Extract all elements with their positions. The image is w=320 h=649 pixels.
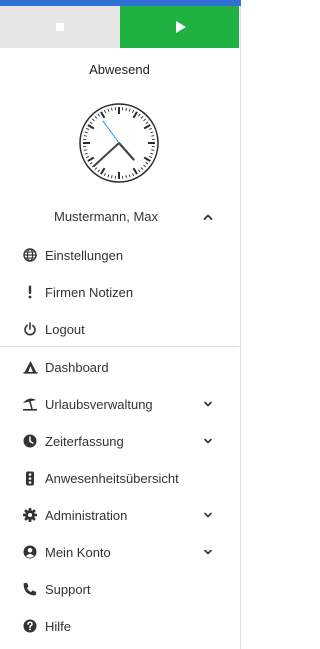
question-circle-icon: [22, 618, 38, 634]
clock-icon: [22, 433, 38, 449]
menu-label: Hilfe: [45, 619, 72, 634]
menu-item-support[interactable]: Support: [0, 574, 239, 604]
campfire-icon: [22, 359, 38, 375]
menu-item-anwesenheitsuebersicht[interactable]: Anwesenheitsübersicht: [0, 463, 239, 493]
time-controls: [0, 6, 239, 48]
menu-item-dashboard[interactable]: Dashboard: [0, 352, 239, 382]
chevron-down-icon: [204, 512, 212, 518]
menu-label: Logout: [45, 322, 85, 337]
chevron-down-icon: [204, 549, 212, 555]
user-name: Mustermann, Max: [54, 209, 159, 224]
status-label: Abwesend: [89, 62, 150, 77]
user-toggle[interactable]: Mustermann, Max: [0, 206, 239, 228]
menu-item-firmen-notizen[interactable]: Firmen Notizen: [0, 277, 239, 307]
menu-item-urlaubsverwaltung[interactable]: Urlaubsverwaltung: [0, 389, 239, 419]
stop-button[interactable]: [0, 6, 120, 48]
chevron-down-icon: [204, 401, 212, 407]
stop-icon: [55, 23, 64, 31]
menu-divider: [0, 346, 239, 347]
menu-label: Anwesenheitsübersicht: [45, 471, 179, 486]
clock-minute-tick: [83, 149, 87, 151]
clock-minute-tick: [151, 135, 155, 137]
clock-minute-tick: [111, 175, 113, 179]
phone-icon: [22, 581, 38, 597]
menu-item-hilfe[interactable]: Hilfe: [0, 611, 239, 641]
menu-item-mein-konto[interactable]: Mein Konto: [0, 537, 239, 567]
chevron-down-icon: [204, 438, 212, 444]
menu-label: Einstellungen: [45, 248, 124, 263]
globe-icon: [22, 247, 38, 263]
menu-label: Mein Konto: [45, 545, 111, 560]
menu-label: Dashboard: [45, 360, 109, 375]
menu-item-einstellungen[interactable]: Einstellungen: [0, 240, 239, 270]
traffic-light-icon: [22, 470, 38, 486]
play-button[interactable]: [119, 6, 239, 48]
exclamation-icon: [22, 284, 38, 300]
clock-minute-tick: [83, 135, 87, 137]
clock-minute-tick: [125, 175, 127, 179]
clock-minute-tick: [151, 149, 155, 151]
play-icon: [175, 21, 186, 33]
clock-minute-tick: [125, 107, 127, 111]
user-circle-icon: [22, 544, 38, 560]
power-icon: [22, 321, 38, 337]
clock-minute-tick: [111, 107, 113, 111]
gear-icon: [22, 507, 38, 523]
chevron-up-icon: [203, 214, 213, 220]
menu-item-administration[interactable]: Administration: [0, 500, 239, 530]
menu-item-zeiterfassung[interactable]: Zeiterfassung: [0, 426, 239, 456]
menu-label: Administration: [45, 508, 128, 523]
sidebar: Abwesend Mustermann, Max Einstellungen F…: [0, 0, 241, 649]
umbrella-beach-icon: [22, 396, 38, 412]
menu-label: Zeiterfassung: [45, 434, 124, 449]
menu-item-logout[interactable]: Logout: [0, 314, 239, 344]
analog-clock: [79, 103, 159, 183]
menu-label: Urlaubsverwaltung: [45, 397, 153, 412]
menu-label: Support: [45, 582, 91, 597]
menu-label: Firmen Notizen: [45, 285, 134, 300]
